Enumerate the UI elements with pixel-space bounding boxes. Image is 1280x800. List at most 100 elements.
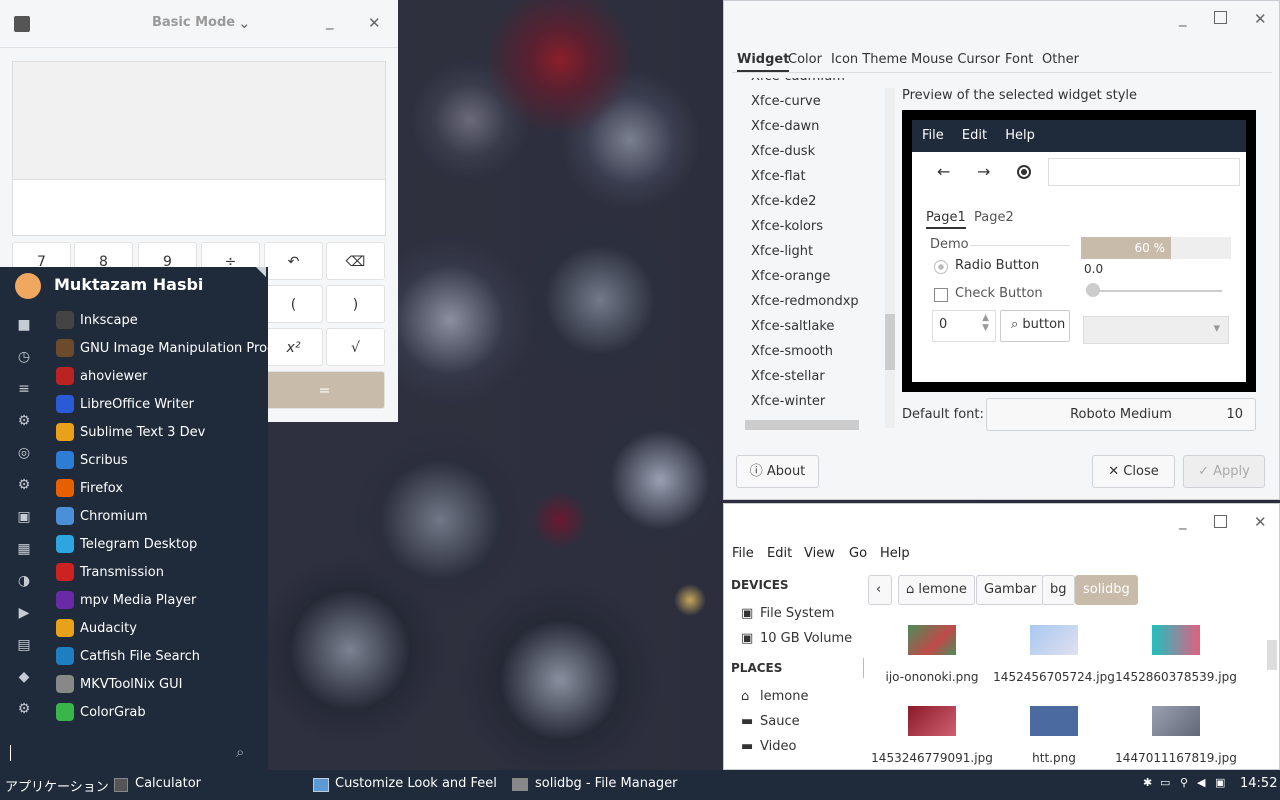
place-home[interactable]: lemone bbox=[760, 689, 808, 704]
maximize-icon[interactable] bbox=[1214, 515, 1227, 528]
check-button[interactable] bbox=[934, 288, 948, 302]
task-file-manager[interactable]: solidbg - File Manager bbox=[535, 776, 678, 791]
menu-item[interactable]: Inkscape bbox=[56, 307, 138, 335]
calculator-mode-title[interactable]: Basic Mode bbox=[152, 15, 235, 30]
location-icon[interactable]: ⚲ bbox=[1180, 776, 1188, 789]
theme-item[interactable]: Xfce-dawn bbox=[751, 119, 819, 134]
theme-item[interactable]: Xfce-dusk bbox=[751, 144, 815, 159]
chevron-down-icon[interactable]: ⌄ bbox=[238, 14, 251, 32]
task-calculator[interactable]: Calculator bbox=[135, 776, 201, 791]
menu-item[interactable]: Transmission bbox=[56, 559, 164, 587]
stop-icon[interactable] bbox=[1017, 165, 1031, 179]
font-chooser-button[interactable]: Roboto Medium 10 bbox=[986, 398, 1256, 431]
file-name[interactable]: 1452456705724.jpg bbox=[984, 670, 1124, 684]
theme-item[interactable]: Xfce-cadmium bbox=[751, 78, 845, 84]
chevron-left-icon[interactable]: ‹ bbox=[868, 575, 892, 605]
menu-item[interactable]: LibreOffice Writer bbox=[56, 391, 194, 419]
minimize-icon[interactable]: _ bbox=[1179, 512, 1187, 530]
file-scrollbar[interactable] bbox=[1267, 640, 1277, 670]
file-thumbnail[interactable] bbox=[1030, 625, 1078, 655]
key-sqrt[interactable]: √ bbox=[326, 328, 385, 366]
theme-item[interactable]: Xfce-saltlake bbox=[751, 319, 834, 334]
tab-font[interactable]: Font bbox=[1005, 52, 1033, 67]
backspace-button[interactable]: ⌫ bbox=[326, 242, 385, 280]
spin-button[interactable]: 0 ▲ ▼ bbox=[932, 310, 996, 342]
menu-item[interactable]: ahoviewer bbox=[56, 363, 147, 391]
radio-button[interactable] bbox=[934, 260, 948, 274]
breadcrumb-lemone[interactable]: ⌂ lemone bbox=[898, 575, 975, 605]
theme-item[interactable]: Xfce-smooth bbox=[751, 344, 833, 359]
search-icon[interactable]: ⌕ bbox=[236, 743, 244, 761]
theme-item[interactable]: Xfce-kde2 bbox=[751, 194, 816, 209]
office-icon[interactable]: ▤ bbox=[0, 629, 48, 661]
all-apps-icon[interactable]: ≡ bbox=[0, 373, 48, 405]
place-sauce[interactable]: Sauce bbox=[760, 714, 800, 729]
theme-item[interactable]: Xfce-orange bbox=[751, 269, 830, 284]
menu-item[interactable]: Sublime Text 3 Dev bbox=[56, 419, 205, 447]
fm-menu-edit[interactable]: Edit bbox=[767, 546, 792, 561]
preview-combobox[interactable]: ▾ bbox=[1083, 316, 1229, 344]
fm-menu-file[interactable]: File bbox=[732, 546, 754, 561]
vertical-scrollbar[interactable] bbox=[885, 88, 895, 428]
file-thumbnail[interactable] bbox=[908, 706, 956, 736]
internet-icon[interactable]: ◎ bbox=[0, 437, 48, 469]
menu-item[interactable]: Scribus bbox=[56, 447, 128, 475]
key-close-paren[interactable]: ) bbox=[326, 285, 385, 323]
theme-item[interactable]: Xfce-flat bbox=[751, 169, 806, 184]
file-name[interactable]: 1452860378539.jpg bbox=[1106, 670, 1246, 684]
file-name[interactable]: 1453246779091.jpg bbox=[862, 751, 1002, 765]
fm-menu-help[interactable]: Help bbox=[880, 546, 910, 561]
file-thumbnail[interactable] bbox=[1030, 706, 1078, 736]
back-arrow-icon[interactable]: ← bbox=[937, 162, 950, 181]
menu-item[interactable]: Chromium bbox=[56, 503, 148, 531]
development-icon[interactable]: ◆ bbox=[0, 661, 48, 693]
tab-mouse-cursor[interactable]: Mouse Cursor bbox=[911, 52, 1000, 67]
file-name[interactable]: htt.png bbox=[984, 751, 1124, 765]
breadcrumb-solidbg[interactable]: solidbg bbox=[1075, 575, 1138, 605]
tab-other[interactable]: Other bbox=[1042, 52, 1079, 67]
menu-item[interactable]: Firefox bbox=[56, 475, 123, 503]
apply-button[interactable]: ✓ Apply bbox=[1183, 455, 1265, 488]
recent-icon[interactable]: ◷ bbox=[0, 341, 48, 373]
preview-menu-edit[interactable]: Edit bbox=[962, 128, 987, 143]
breadcrumb-bg[interactable]: bg bbox=[1042, 575, 1075, 605]
file-thumbnail[interactable] bbox=[908, 625, 956, 655]
tab-color[interactable]: Color bbox=[788, 52, 822, 67]
device-volume[interactable]: 10 GB Volume bbox=[760, 631, 852, 646]
minimize-icon[interactable]: _ bbox=[1179, 9, 1187, 27]
preview-tab-page2[interactable]: Page2 bbox=[974, 210, 1014, 225]
theme-list[interactable]: Xfce-cadmium Xfce-curve Xfce-dawn Xfce-dusk… bbox=[745, 78, 883, 430]
menu-item[interactable]: Audacity bbox=[56, 615, 137, 643]
notification-icon[interactable]: ▣ bbox=[1215, 776, 1225, 789]
theme-item[interactable]: Xfce-stellar bbox=[751, 369, 825, 384]
menu-item[interactable]: ColorGrab bbox=[56, 699, 146, 727]
equals-button[interactable]: = bbox=[264, 371, 385, 409]
maximize-icon[interactable] bbox=[1214, 11, 1227, 24]
theme-item[interactable]: Xfce-light bbox=[751, 244, 813, 259]
file-thumbnail[interactable] bbox=[1152, 706, 1200, 736]
undo-button[interactable]: ↶ bbox=[264, 242, 323, 280]
device-file-system[interactable]: File System bbox=[760, 606, 834, 621]
fm-menu-view[interactable]: View bbox=[804, 546, 835, 561]
menu-item[interactable]: GNU Image Manipulation Prog... bbox=[56, 335, 288, 363]
slider-track[interactable] bbox=[1086, 283, 1222, 297]
preferences-icon[interactable]: ⚙ bbox=[0, 693, 48, 725]
menu-item[interactable]: mpv Media Player bbox=[56, 587, 196, 615]
multimedia-icon[interactable]: ▶ bbox=[0, 597, 48, 629]
games-icon[interactable]: ▣ bbox=[0, 501, 48, 533]
theme-item[interactable]: Xfce-curve bbox=[751, 94, 821, 109]
minimize-icon[interactable]: _ bbox=[326, 12, 334, 30]
theme-item[interactable]: Xfce-kolors bbox=[751, 219, 823, 234]
file-thumbnail[interactable] bbox=[1152, 625, 1200, 655]
accessories-icon[interactable]: ◑ bbox=[0, 565, 48, 597]
key-open-paren[interactable]: ( bbox=[264, 285, 323, 323]
display-icon[interactable]: ▭ bbox=[1160, 776, 1170, 789]
horizontal-scrollbar[interactable] bbox=[745, 420, 859, 430]
clock[interactable]: 14:52 bbox=[1240, 776, 1277, 791]
file-name[interactable]: 1447011167819.jpg bbox=[1106, 751, 1246, 765]
bluetooth-icon[interactable]: ✱ bbox=[1143, 776, 1152, 789]
menu-item[interactable]: Telegram Desktop bbox=[56, 531, 197, 559]
settings-icon[interactable]: ⚙ bbox=[0, 405, 48, 437]
tab-icon-theme[interactable]: Icon Theme bbox=[831, 52, 907, 67]
graphics-icon[interactable]: ▦ bbox=[0, 533, 48, 565]
